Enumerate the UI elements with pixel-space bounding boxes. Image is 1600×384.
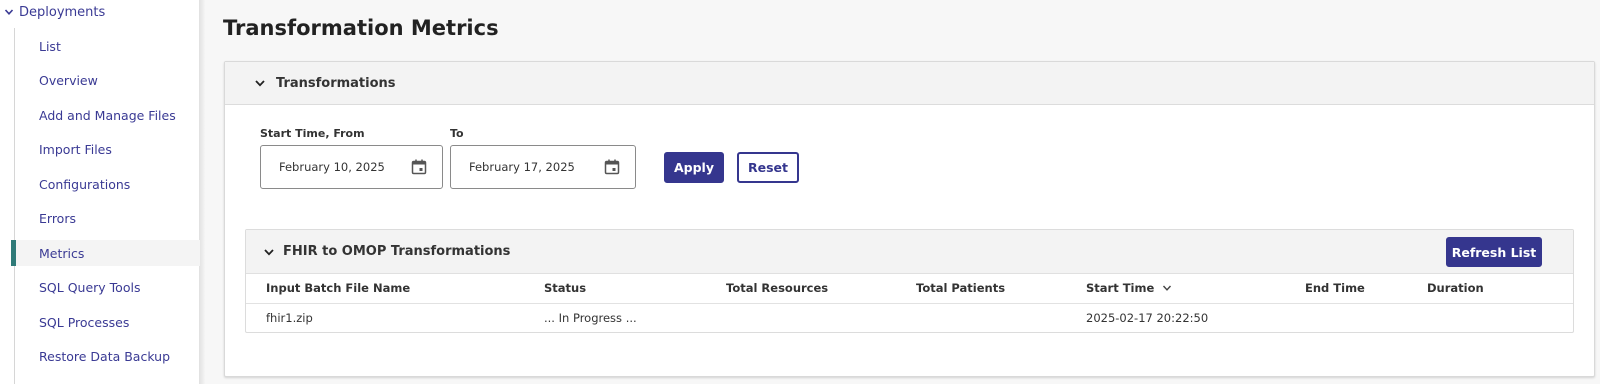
chevron-down-icon[interactable]	[261, 244, 277, 260]
start-time-from-label: Start Time, From	[260, 127, 365, 140]
reset-button[interactable]: Reset	[737, 152, 799, 183]
transformations-panel: Transformations Start Time, From Februar…	[224, 61, 1595, 377]
to-label: To	[450, 127, 464, 140]
fhir-omop-panel: FHIR to OMOP Transformations Refresh Lis…	[245, 229, 1574, 333]
start-time-from-input[interactable]: February 10, 2025	[260, 145, 443, 189]
sidebar-item-restore-data-backup[interactable]: Restore Data Backup	[14, 343, 200, 369]
sidebar-item-import-files[interactable]: Import Files	[14, 136, 200, 162]
to-date-input[interactable]: February 17, 2025	[450, 145, 636, 189]
transformations-panel-header[interactable]: Transformations	[225, 62, 1594, 105]
to-date-value: February 17, 2025	[469, 160, 575, 174]
column-header-start-time-label: Start Time	[1086, 281, 1155, 295]
chevron-down-icon	[0, 3, 18, 21]
sidebar-item-metrics[interactable]: Metrics	[11, 240, 200, 266]
sidebar-divider	[200, 0, 205, 384]
column-header-input-batch-file-name[interactable]: Input Batch File Name	[266, 281, 410, 295]
calendar-icon[interactable]	[410, 158, 428, 176]
page-title: Transformation Metrics	[223, 16, 499, 40]
sidebar-item-errors[interactable]: Errors	[14, 205, 200, 231]
transformations-panel-title: Transformations	[276, 75, 396, 91]
table-row-divider	[246, 303, 1573, 304]
nav-group-label: Deployments	[19, 4, 106, 20]
cell-file-name: fhir1.zip	[266, 311, 313, 325]
column-header-status[interactable]: Status	[544, 281, 586, 295]
sidebar-nav: Deployments List Overview Add and Manage…	[0, 0, 200, 384]
fhir-omop-panel-title: FHIR to OMOP Transformations	[283, 244, 511, 259]
calendar-icon[interactable]	[603, 158, 621, 176]
column-header-total-patients[interactable]: Total Patients	[916, 281, 1005, 295]
sidebar-item-configurations[interactable]: Configurations	[14, 171, 200, 197]
sidebar-item-sql-query-tools[interactable]: SQL Query Tools	[14, 274, 200, 300]
sidebar-item-add-manage-files[interactable]: Add and Manage Files	[14, 102, 200, 128]
start-time-from-value: February 10, 2025	[279, 160, 385, 174]
sidebar-item-sql-processes[interactable]: SQL Processes	[14, 309, 200, 335]
column-header-total-resources[interactable]: Total Resources	[726, 281, 828, 295]
column-header-end-time[interactable]: End Time	[1305, 281, 1365, 295]
cell-start-time: 2025-02-17 20:22:50	[1086, 311, 1209, 325]
nav-group-deployments[interactable]: Deployments	[0, 3, 105, 21]
sidebar-item-overview[interactable]: Overview	[14, 67, 200, 93]
cell-status: ... In Progress ...	[544, 311, 637, 325]
sort-desc-icon	[1163, 285, 1172, 291]
sidebar-item-list[interactable]: List	[14, 33, 200, 59]
refresh-list-button[interactable]: Refresh List	[1446, 237, 1542, 267]
apply-button[interactable]: Apply	[664, 152, 724, 183]
column-header-start-time[interactable]: Start Time	[1086, 281, 1172, 295]
column-header-duration[interactable]: Duration	[1427, 281, 1484, 295]
fhir-omop-panel-header: FHIR to OMOP Transformations Refresh Lis…	[246, 230, 1573, 274]
chevron-down-icon	[252, 75, 268, 91]
